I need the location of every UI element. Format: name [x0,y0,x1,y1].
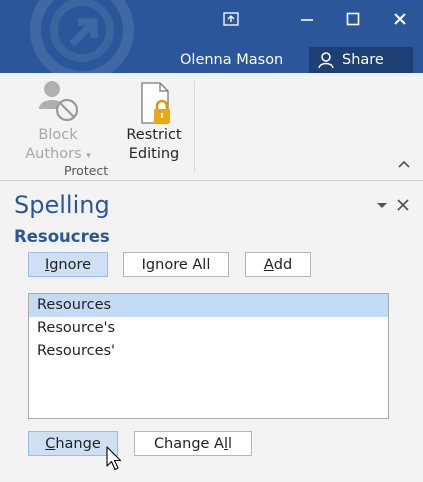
spelling-pane-title: Spelling [14,191,110,219]
pane-options-icon[interactable] [376,200,388,210]
ribbon-review-tab: Block Authors ▾ Restrict Editing Protect [0,73,423,181]
restrict-editing-label-line2: Editing [128,146,180,162]
restrict-editing-label-line1: Restrict [126,127,182,143]
ribbon-display-options-icon [223,12,239,26]
ignore-button[interactable]: Ignore [28,252,108,277]
document-lock-icon [141,82,170,124]
share-label: Share [342,52,384,68]
close-icon [394,13,406,25]
dropdown-arrow-icon: ▾ [86,151,91,161]
minimize-icon [301,19,313,21]
restrict-editing-button[interactable]: Restrict Editing [118,79,190,164]
ribbon-display-options-button[interactable] [214,6,248,32]
misspelled-word: Resoucres [14,227,110,246]
protect-group-label: Protect [64,163,109,178]
change-button[interactable]: Change [28,431,118,456]
share-button[interactable]: Share [309,47,413,73]
block-authors-icon [39,81,79,122]
block-authors-button[interactable]: Block Authors ▾ [18,79,98,166]
group-separator [194,81,195,173]
mouse-pointer-icon [106,446,122,471]
suggestion-item[interactable]: Resources [29,294,388,317]
suggestion-item[interactable]: Resources' [29,340,388,363]
account-username[interactable]: Olenna Mason [180,52,283,68]
pane-close-icon[interactable] [396,198,410,212]
person-icon [318,52,334,69]
maximize-icon [346,12,360,26]
pane-controls [376,198,410,212]
maximize-button[interactable] [336,6,370,32]
change-all-button[interactable]: Change All [134,431,252,456]
suggestions-list[interactable]: Resources Resource's Resources' [28,293,389,419]
suggestion-item[interactable]: Resource's [29,317,388,340]
logo-arrow-icon [69,18,98,47]
add-button[interactable]: Add [245,252,311,277]
block-authors-label-line1: Block [38,127,78,143]
ignore-all-button[interactable]: Ig nore All [123,252,229,277]
close-button[interactable] [383,6,417,32]
title-bar: Olenna Mason Share [0,0,423,73]
collapse-ribbon-icon[interactable] [395,156,413,172]
minimize-button[interactable] [290,6,324,32]
